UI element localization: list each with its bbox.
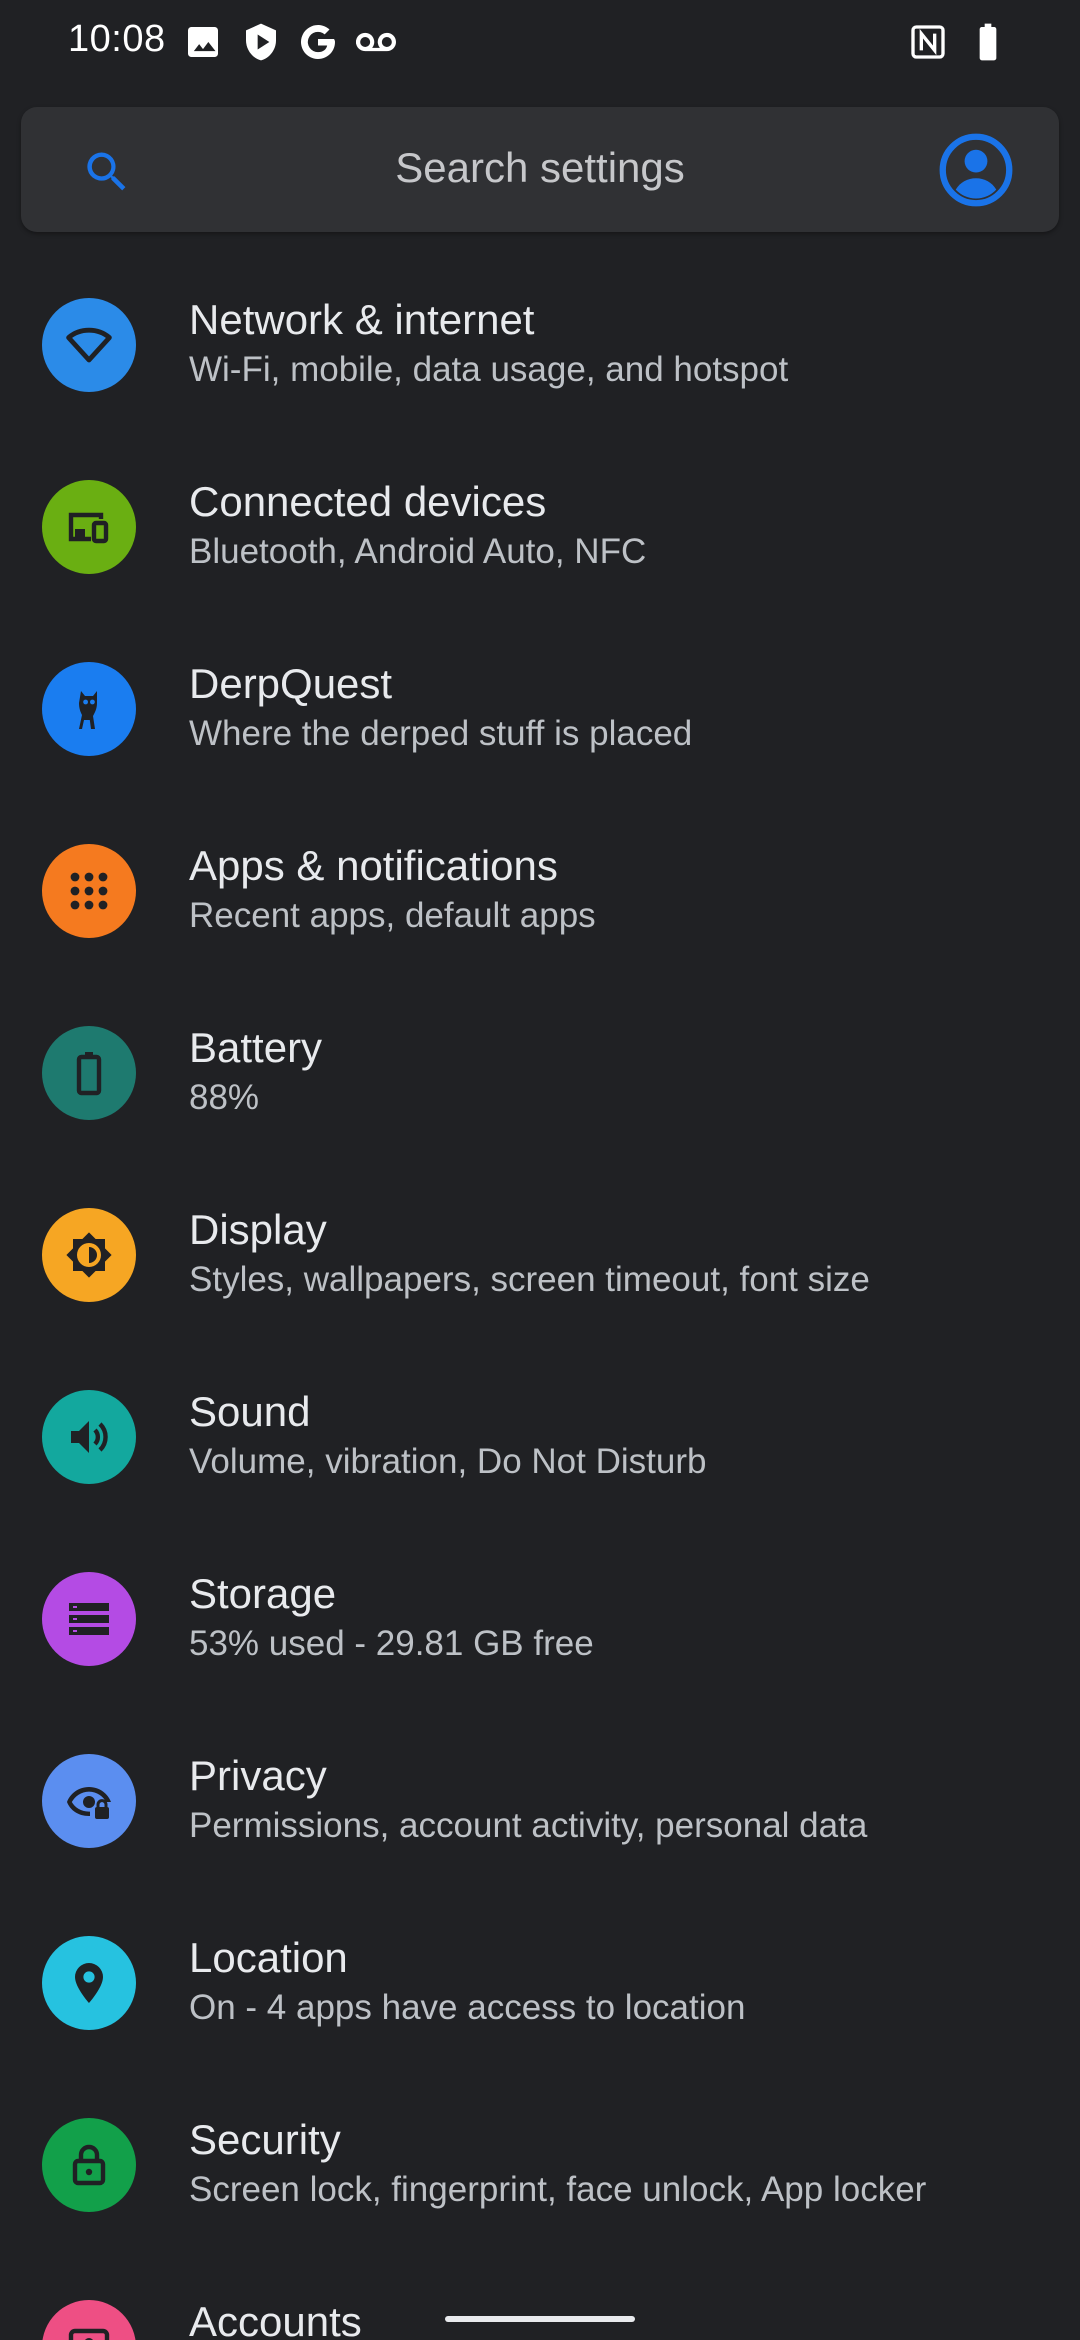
- lock-icon: [42, 2118, 136, 2212]
- settings-item-title: Connected devices: [189, 478, 547, 525]
- settings-item-title: Privacy: [189, 1752, 327, 1799]
- settings-item-location[interactable]: Location On - 4 apps have access to loca…: [0, 1910, 1080, 2092]
- settings-item-summary: Recent apps, default apps: [189, 896, 596, 935]
- settings-item-summary: 88%: [189, 1078, 260, 1117]
- settings-item-summary: Where the derped stuff is placed: [189, 714, 693, 753]
- storage-icon: [42, 1572, 136, 1666]
- search-bar[interactable]: Search settings: [21, 107, 1059, 232]
- nfc-icon: [908, 22, 948, 62]
- battery-status-icon: [968, 22, 1008, 62]
- settings-item-privacy[interactable]: Privacy Permissions, account activity, p…: [0, 1728, 1080, 1910]
- settings-item-battery[interactable]: Battery 88%: [0, 1000, 1080, 1182]
- settings-item-summary: Styles, wallpapers, screen timeout, font…: [189, 1260, 870, 1299]
- settings-item-connected-devices[interactable]: Connected devices Bluetooth, Android Aut…: [0, 454, 1080, 636]
- settings-item-title: DerpQuest: [189, 660, 393, 707]
- devices-icon: [42, 480, 136, 574]
- settings-item-summary: Volume, vibration, Do Not Disturb: [189, 1442, 707, 1481]
- wifi-icon: [42, 298, 136, 392]
- settings-item-title: Network & internet: [189, 296, 535, 343]
- image-icon: [183, 22, 223, 62]
- settings-item-accounts[interactable]: Accounts: [0, 2274, 1080, 2340]
- settings-screen: 10:08 Search settings Network & internet…: [0, 0, 1080, 2340]
- settings-item-title: Location: [189, 1934, 348, 1981]
- shield-play-icon: [241, 22, 281, 62]
- settings-item-sound[interactable]: Sound Volume, vibration, Do Not Disturb: [0, 1364, 1080, 1546]
- apps-grid-icon: [42, 844, 136, 938]
- volume-icon: [42, 1390, 136, 1484]
- settings-item-title: Battery: [189, 1024, 323, 1071]
- settings-item-title: Display: [189, 1206, 327, 1253]
- settings-item-network[interactable]: Network & internet Wi-Fi, mobile, data u…: [0, 272, 1080, 454]
- location-pin-icon: [42, 1936, 136, 2030]
- avatar[interactable]: [938, 132, 1014, 208]
- settings-item-title: Sound: [189, 1388, 311, 1435]
- settings-item-summary: Bluetooth, Android Auto, NFC: [189, 532, 647, 571]
- gesture-nav-handle[interactable]: [445, 2316, 635, 2322]
- settings-item-title: Apps & notifications: [189, 842, 558, 889]
- settings-item-summary: Permissions, account activity, personal …: [189, 1806, 868, 1845]
- settings-item-summary: Wi-Fi, mobile, data usage, and hotspot: [189, 350, 789, 389]
- settings-item-title: Storage: [189, 1570, 337, 1617]
- search-input[interactable]: Search settings: [21, 144, 1059, 192]
- settings-item-security[interactable]: Security Screen lock, fingerprint, face …: [0, 2092, 1080, 2274]
- settings-item-derpquest[interactable]: DerpQuest Where the derped stuff is plac…: [0, 636, 1080, 818]
- voicemail-icon: [356, 22, 396, 62]
- brightness-icon: [42, 1208, 136, 1302]
- settings-item-summary: On - 4 apps have access to location: [189, 1988, 746, 2027]
- status-bar: 10:08: [0, 0, 1080, 84]
- settings-list: Network & internet Wi-Fi, mobile, data u…: [0, 272, 1080, 2340]
- settings-item-title: Accounts: [189, 2298, 362, 2340]
- battery-icon: [42, 1026, 136, 1120]
- google-icon: [298, 22, 338, 62]
- settings-item-storage[interactable]: Storage 53% used - 29.81 GB free: [0, 1546, 1080, 1728]
- privacy-eye-icon: [42, 1754, 136, 1848]
- settings-item-summary: Screen lock, fingerprint, face unlock, A…: [189, 2170, 927, 2209]
- settings-item-summary: 53% used - 29.81 GB free: [189, 1624, 594, 1663]
- status-time: 10:08: [68, 18, 166, 60]
- account-icon: [42, 2300, 136, 2340]
- settings-item-title: Security: [189, 2116, 341, 2163]
- settings-item-apps-notifications[interactable]: Apps & notifications Recent apps, defaul…: [0, 818, 1080, 1000]
- owl-icon: [42, 662, 136, 756]
- settings-item-display[interactable]: Display Styles, wallpapers, screen timeo…: [0, 1182, 1080, 1364]
